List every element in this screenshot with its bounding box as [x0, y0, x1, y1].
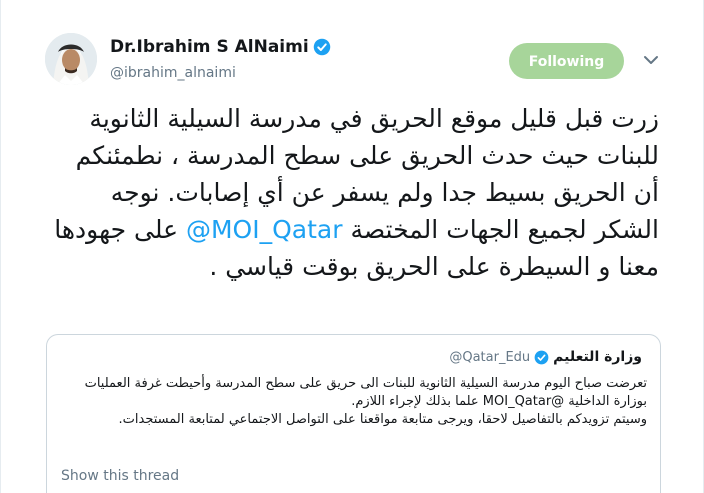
author-handle[interactable]: @ibrahim_alnaimi [110, 65, 236, 81]
tweet-text: زرت قبل قليل موقع الحريق في مدرسة السيلي… [51, 100, 659, 285]
chevron-down-icon[interactable] [643, 54, 659, 66]
quoted-tweet-card[interactable]: وزارة التعليم @Qatar_Edu تعرضت صباح اليو… [46, 334, 661, 493]
quoted-verified-badge-icon [534, 350, 549, 364]
verified-badge-icon [313, 38, 331, 56]
mention-link[interactable]: @MOI_Qatar [186, 215, 343, 244]
quoted-author-name: وزارة التعليم [553, 349, 642, 365]
tweet-container: Dr.Ibrahim S AlNaimi @ibrahim_alnaimi Fo… [0, 0, 704, 493]
quoted-author-handle: @Qatar_Edu [449, 349, 531, 365]
avatar-image [45, 33, 97, 85]
author-name[interactable]: Dr.Ibrahim S AlNaimi [110, 37, 309, 57]
following-button[interactable]: Following [509, 43, 624, 79]
quoted-tweet-line-1: تعرضت صباح اليوم مدرسة السيلية الثانوية … [84, 376, 647, 409]
show-thread-link[interactable]: Show this thread [61, 468, 179, 484]
quoted-tweet-header: وزارة التعليم @Qatar_Edu [449, 349, 642, 365]
avatar[interactable] [45, 33, 97, 85]
quoted-tweet-body: تعرضت صباح اليوم مدرسة السيلية الثانوية … [61, 375, 647, 429]
quoted-tweet-line-2: وسيتم تزويدكم بالتفاصيل لاحقا، ويرجى متا… [118, 412, 647, 427]
